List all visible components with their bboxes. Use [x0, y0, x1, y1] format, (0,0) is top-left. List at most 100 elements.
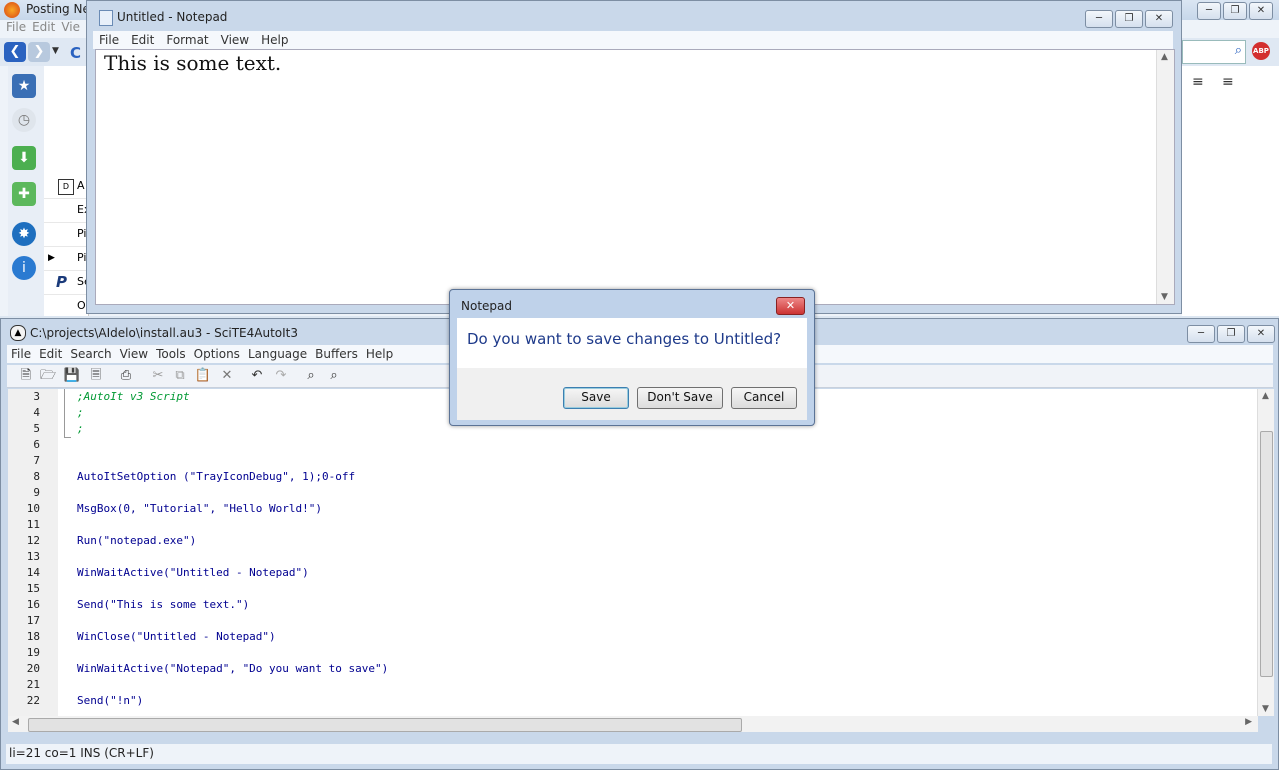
- list-item[interactable]: A: [77, 174, 85, 198]
- firefox-menu-view[interactable]: Vie: [61, 20, 80, 34]
- code-text: AutoItSetOption ("TrayIconDebug", 1);0-o…: [77, 470, 356, 483]
- close-icon[interactable]: ✕: [1247, 325, 1275, 343]
- status-text: li=21 co=1 INS (CR+LF): [9, 746, 154, 760]
- firefox-window-controls: ─ ❐ ✕: [1193, 0, 1279, 20]
- maximize-icon[interactable]: ❐: [1217, 325, 1245, 343]
- restore-icon[interactable]: ❐: [1223, 2, 1247, 20]
- editor-horizontal-scroll-thumb[interactable]: [28, 718, 742, 732]
- close-icon[interactable]: ✕: [1145, 10, 1173, 28]
- find-icon[interactable]: ⌕: [302, 368, 320, 384]
- forward-arrow-icon[interactable]: ❯: [28, 42, 50, 62]
- cut-icon[interactable]: ✂: [149, 368, 167, 384]
- scroll-up-icon[interactable]: ▲: [1262, 391, 1269, 401]
- align-center-icon[interactable]: ≡: [1192, 74, 1204, 90]
- addons-puzzle-icon[interactable]: ✚: [12, 182, 36, 206]
- minimize-icon[interactable]: ─: [1197, 2, 1221, 20]
- scite-menu-search[interactable]: Search: [70, 345, 111, 363]
- notepad-menu-edit[interactable]: Edit: [131, 31, 154, 49]
- minimize-icon[interactable]: ─: [1187, 325, 1215, 343]
- scroll-down-icon[interactable]: ▼: [1262, 704, 1269, 714]
- firefox-sidebar: ★ ◷ ⬇ ✚ ✸ i: [8, 66, 45, 316]
- close-file-icon[interactable]: 🗏: [87, 368, 105, 384]
- firefox-title: Posting Ne: [26, 2, 90, 16]
- notepad-menu-file[interactable]: File: [99, 31, 119, 49]
- scite-menu-view[interactable]: View: [120, 345, 148, 363]
- settings-gear-icon[interactable]: ✸: [12, 222, 36, 246]
- find-replace-icon[interactable]: ⌕: [325, 368, 343, 384]
- info-icon[interactable]: i: [12, 256, 36, 280]
- redo-icon[interactable]: ↷: [272, 368, 290, 384]
- notepad-titlebar: Untitled - Notepad ─ ❐ ✕: [87, 6, 1181, 28]
- dialog-body: Do you want to save changes to Untitled?: [457, 318, 807, 368]
- history-clock-icon[interactable]: ◷: [12, 108, 36, 132]
- code-text: WinClose("Untitled - Notepad"): [77, 630, 276, 643]
- scite-menu-buffers[interactable]: Buffers: [315, 345, 358, 363]
- list-item[interactable]: O: [77, 294, 86, 318]
- scite-title: C:\projects\AIdelo\install.au3 - SciTE4A…: [30, 326, 298, 340]
- notepad-content: This is some text.: [104, 51, 282, 75]
- firefox-menu-edit[interactable]: Edit: [32, 20, 55, 34]
- dialog-footer: Save Don't Save Cancel: [457, 368, 807, 420]
- scroll-down-icon[interactable]: ▼: [1161, 292, 1168, 302]
- print-icon[interactable]: ⎙: [117, 368, 135, 384]
- minimize-icon[interactable]: ─: [1085, 10, 1113, 28]
- code-text: Send("This is some text."): [77, 598, 250, 611]
- editor-vertical-scroll-thumb[interactable]: [1260, 431, 1273, 677]
- new-file-icon[interactable]: 🗎: [17, 368, 35, 384]
- downloads-icon[interactable]: ⬇: [12, 146, 36, 170]
- expand-arrow-icon[interactable]: ▶: [48, 246, 55, 270]
- scroll-right-icon[interactable]: ▶: [1245, 717, 1252, 727]
- dialog-title: Notepad: [461, 299, 512, 313]
- delete-icon[interactable]: ✕: [218, 368, 236, 384]
- undo-icon[interactable]: ↶: [248, 368, 266, 384]
- adblock-icon[interactable]: ABP: [1252, 42, 1270, 60]
- scite-menu-language[interactable]: Language: [248, 345, 307, 363]
- copy-icon[interactable]: ⧉: [171, 368, 189, 384]
- scite-menu-file[interactable]: File: [11, 345, 31, 363]
- close-icon[interactable]: ✕: [1249, 2, 1273, 20]
- scite-menu-edit[interactable]: Edit: [39, 345, 62, 363]
- firefox-bookmark-list: DA Ex Pi ▶ Pi P Se O: [44, 66, 91, 319]
- notepad-vertical-scrollbar[interactable]: ▲ ▼: [1156, 50, 1174, 304]
- align-right-icon[interactable]: ≡: [1222, 74, 1234, 90]
- editor-horizontal-scrollbar[interactable]: ◀ ▶: [8, 716, 1258, 732]
- scite-menu-help[interactable]: Help: [366, 345, 393, 363]
- page-icon: D: [58, 179, 74, 195]
- firefox-menubar: File Edit Vie: [0, 20, 95, 38]
- back-arrow-icon[interactable]: ❮: [4, 42, 26, 62]
- notepad-menu-view[interactable]: View: [221, 31, 249, 49]
- scroll-left-icon[interactable]: ◀: [12, 717, 19, 727]
- scite-menu-options[interactable]: Options: [194, 345, 240, 363]
- scite-code-editor[interactable]: 3 ;AutoIt v3 Script 4; 5; 6 7 8 AutoItSetO…: [8, 389, 1274, 716]
- save-icon[interactable]: 💾: [63, 368, 81, 384]
- scite-statusbar: li=21 co=1 INS (CR+LF): [6, 744, 1272, 764]
- firefox-content-area: ≡ ≡: [1182, 66, 1279, 316]
- history-dropdown-icon[interactable]: ▼: [52, 46, 59, 56]
- notepad-menu-help[interactable]: Help: [261, 31, 288, 49]
- dont-save-button[interactable]: Don't Save: [637, 387, 723, 409]
- firefox-search-input[interactable]: ⌕: [1182, 40, 1246, 64]
- close-icon[interactable]: ✕: [776, 297, 805, 315]
- reload-icon[interactable]: C: [70, 44, 86, 62]
- scite-app-icon: ▲: [10, 325, 26, 341]
- scite-menu-tools[interactable]: Tools: [156, 345, 186, 363]
- firefox-menu-file[interactable]: File: [6, 20, 26, 34]
- notepad-title: Untitled - Notepad: [117, 10, 228, 24]
- bookmarks-star-icon[interactable]: ★: [12, 74, 36, 98]
- maximize-icon[interactable]: ❐: [1115, 10, 1143, 28]
- notepad-app-icon: [99, 10, 113, 26]
- dialog-message: Do you want to save changes to Untitled?: [467, 330, 782, 348]
- fold-marker[interactable]: [64, 389, 71, 438]
- code-text: Send("!n"): [77, 694, 144, 707]
- notepad-text-area[interactable]: This is some text. ▲ ▼: [95, 49, 1175, 305]
- scroll-up-icon[interactable]: ▲: [1161, 52, 1168, 62]
- firefox-icon: [4, 2, 20, 18]
- search-icon[interactable]: ⌕: [1235, 43, 1242, 58]
- open-folder-icon[interactable]: 🗁: [39, 368, 57, 384]
- editor-vertical-scrollbar[interactable]: ▲ ▼: [1257, 389, 1274, 716]
- cancel-button[interactable]: Cancel: [731, 387, 797, 409]
- paste-icon[interactable]: 📋: [194, 368, 212, 384]
- save-button[interactable]: Save: [563, 387, 629, 409]
- code-text: WinWaitActive("Notepad", "Do you want to…: [77, 662, 389, 675]
- notepad-menu-format[interactable]: Format: [166, 31, 208, 49]
